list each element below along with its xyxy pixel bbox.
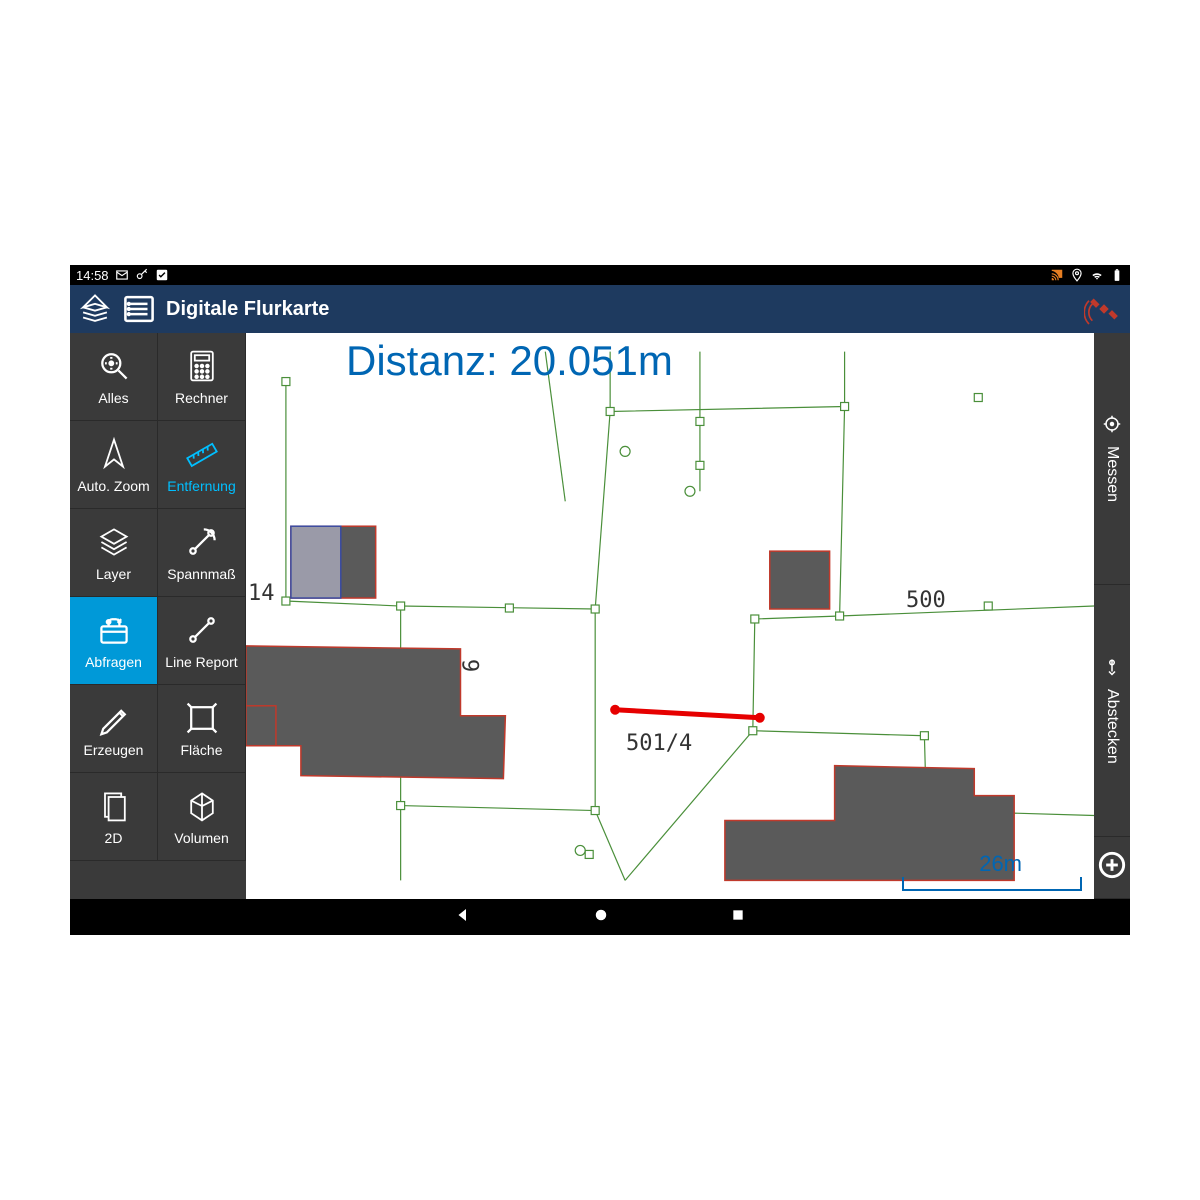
- span-measure-icon: [184, 524, 220, 560]
- zoom-all-icon: [96, 348, 132, 384]
- tool-label: Auto. Zoom: [77, 478, 149, 494]
- tool-auto-zoom[interactable]: Auto. Zoom: [70, 421, 158, 509]
- device-frame: 14:58: [70, 265, 1130, 935]
- status-bar: 14:58: [70, 265, 1130, 285]
- battery-icon: [1110, 268, 1124, 282]
- app-title: Digitale Flurkarte: [166, 298, 329, 321]
- line-report-icon: [184, 612, 220, 648]
- tool-label: 2D: [105, 830, 123, 846]
- tool-2d[interactable]: 2D: [70, 773, 158, 861]
- tool-label: Erzeugen: [84, 742, 144, 758]
- plus-circle-icon: [1098, 851, 1126, 884]
- tool-line-report[interactable]: Line Report: [158, 597, 246, 685]
- tool-messen[interactable]: Messen: [1094, 333, 1130, 585]
- cast-icon: [1050, 268, 1064, 282]
- target-icon: [1103, 415, 1121, 438]
- scale-bar: 26m: [902, 851, 1082, 891]
- document-2d-icon: [96, 788, 132, 824]
- tool-label: Entfernung: [167, 478, 236, 494]
- right-label: Messen: [1103, 446, 1121, 502]
- tool-erzeugen[interactable]: Erzeugen: [70, 685, 158, 773]
- tool-label: Alles: [98, 390, 128, 406]
- tool-label: Abfragen: [85, 654, 142, 670]
- tool-alles[interactable]: Alles: [70, 333, 158, 421]
- check-icon: [155, 268, 169, 282]
- tool-abstecken[interactable]: Abstecken: [1094, 585, 1130, 837]
- tool-abfragen[interactable]: Abfragen: [70, 597, 158, 685]
- list-icon[interactable]: [122, 292, 156, 326]
- tool-rechner[interactable]: Rechner: [158, 333, 246, 421]
- right-label: Abstecken: [1103, 689, 1121, 764]
- tool-label: Layer: [96, 566, 131, 582]
- pencil-icon: [96, 700, 132, 736]
- calculator-icon: [184, 348, 220, 384]
- stake-icon: [1103, 658, 1121, 681]
- satellite-icon[interactable]: [1084, 289, 1124, 329]
- parcel-label-6: 6: [460, 659, 485, 672]
- scale-value: 26m: [979, 851, 1022, 877]
- tool-label: Rechner: [175, 390, 228, 406]
- nav-home[interactable]: [592, 906, 610, 929]
- status-time: 14:58: [76, 268, 109, 283]
- layers-icon: [96, 524, 132, 560]
- right-toolbar: Messen Abstecken: [1094, 333, 1130, 899]
- wifi-icon: [1090, 268, 1104, 282]
- tool-label: Line Report: [165, 654, 237, 670]
- android-nav-bar: [70, 899, 1130, 935]
- tool-spannmass[interactable]: Spannmaß: [158, 509, 246, 597]
- map-canvas[interactable]: Distanz: 20.051m 14 6 500 501/4 26m: [246, 333, 1094, 899]
- key-icon: [135, 268, 149, 282]
- parcel-label-14: 14: [248, 581, 275, 606]
- tool-volumen[interactable]: Volumen: [158, 773, 246, 861]
- mail-icon: [115, 268, 129, 282]
- tool-layer[interactable]: Layer: [70, 509, 158, 597]
- ruler-icon: [184, 436, 220, 472]
- tool-entfernung[interactable]: Entfernung: [158, 421, 246, 509]
- distance-readout: Distanz: 20.051m: [346, 337, 673, 385]
- parcel-label-501-4: 501/4: [626, 731, 692, 756]
- area-icon: [184, 700, 220, 736]
- app-logo-icon[interactable]: [78, 292, 112, 326]
- tool-label: Fläche: [180, 742, 222, 758]
- app-header: Digitale Flurkarte: [70, 285, 1130, 333]
- location-icon: [1070, 268, 1084, 282]
- toolbox-icon: [96, 612, 132, 648]
- nav-recent[interactable]: [730, 907, 746, 928]
- tool-label: Volumen: [174, 830, 228, 846]
- tool-flaeche[interactable]: Fläche: [158, 685, 246, 773]
- tool-label: Spannmaß: [167, 566, 235, 582]
- tool-add[interactable]: [1094, 837, 1130, 899]
- north-arrow-icon: [96, 436, 132, 472]
- volume-icon: [184, 788, 220, 824]
- left-toolbar: Alles Rechner Auto. Zoom Entfernung: [70, 333, 246, 899]
- content-area: Alles Rechner Auto. Zoom Entfernung: [70, 333, 1130, 899]
- parcel-label-500: 500: [906, 588, 946, 613]
- nav-back[interactable]: [454, 906, 472, 929]
